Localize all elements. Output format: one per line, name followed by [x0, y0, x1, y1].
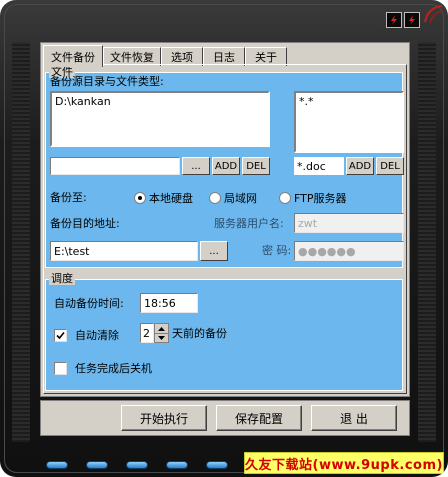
- auto-clean-checkbox[interactable]: 自动清除: [54, 327, 119, 343]
- indicator-light: [206, 461, 228, 469]
- shutdown-checkbox[interactable]: 任务完成后关机: [54, 360, 152, 376]
- indicator-light: [86, 461, 108, 469]
- auto-time-label: 自动备份时间:: [54, 297, 124, 310]
- source-path-input[interactable]: [50, 157, 180, 175]
- filetype-list[interactable]: *.*: [294, 91, 404, 153]
- lightning-minimize-icon: [391, 15, 397, 25]
- browse-dest-button[interactable]: ...: [200, 241, 228, 261]
- check-icon: [56, 331, 65, 339]
- days-suffix-label: 天前的备份: [172, 327, 227, 340]
- radio-dot[interactable]: [209, 192, 221, 204]
- server-user-input[interactable]: [294, 213, 404, 233]
- left-frame-stripe: [12, 42, 30, 442]
- password-input[interactable]: [294, 241, 404, 261]
- source-list[interactable]: D:\kankan: [50, 91, 270, 147]
- password-label: 密 码:: [262, 244, 292, 257]
- server-user-label: 服务器用户名:: [214, 217, 284, 230]
- indicator-light: [46, 461, 68, 469]
- schedule-group-title: 调度: [49, 272, 75, 285]
- del-filetype-button[interactable]: DEL: [376, 157, 404, 175]
- watermark-banner: 久友下载站(www.9upk.com): [244, 452, 444, 474]
- shutdown-label: 任务完成后关机: [75, 362, 152, 375]
- auto-clean-label: 自动清除: [75, 329, 119, 342]
- filetype-input[interactable]: [294, 157, 344, 175]
- radio-ftp[interactable]: FTP服务器: [279, 190, 347, 206]
- radio-dot[interactable]: [279, 192, 291, 204]
- days-stepper[interactable]: [154, 323, 169, 343]
- radio-lan-label: 局域网: [224, 192, 257, 205]
- radio-lan[interactable]: 局域网: [209, 190, 257, 206]
- schedule-group: 调度 自动备份时间: 自动清除: [45, 272, 403, 391]
- corner-ornament-icon: [424, 5, 444, 24]
- list-item[interactable]: *.*: [299, 95, 399, 108]
- indicator-light: [126, 461, 148, 469]
- radio-local-disk-label: 本地硬盘: [149, 192, 193, 205]
- source-label: 备份源目录与文件类型:: [50, 75, 164, 88]
- exit-button[interactable]: 退 出: [311, 405, 397, 431]
- right-frame-stripe: [418, 42, 436, 442]
- tab-content: 文件 备份源目录与文件类型: D:\kankan *.* ... ADD DEL…: [43, 64, 407, 394]
- app-window: 文件备份 文件恢复 选项 日志 关于 文件 备份源目录与文件类型: D:\kan…: [0, 0, 448, 477]
- radio-local-disk[interactable]: 本地硬盘: [134, 190, 193, 206]
- main-panel: 文件备份 文件恢复 选项 日志 关于 文件 备份源目录与文件类型: D:\kan…: [40, 42, 410, 397]
- auto-time-input[interactable]: [140, 293, 198, 313]
- del-source-button[interactable]: DEL: [242, 157, 270, 175]
- lightning-close-icon: [409, 15, 415, 25]
- indicator-light: [166, 461, 188, 469]
- file-group: 文件 备份源目录与文件类型: D:\kankan *.* ... ADD DEL…: [45, 65, 404, 268]
- days-input[interactable]: [140, 323, 154, 343]
- radio-dot[interactable]: [134, 192, 146, 204]
- add-source-button[interactable]: ADD: [212, 157, 240, 175]
- backup-to-label: 备份至:: [50, 191, 87, 204]
- checkbox-box[interactable]: [54, 361, 67, 375]
- dest-input[interactable]: [50, 241, 198, 261]
- browse-source-button[interactable]: ...: [182, 157, 210, 175]
- tab-file-backup[interactable]: 文件备份: [43, 45, 103, 67]
- action-bar: 开始执行 保存配置 退 出: [40, 400, 410, 436]
- list-item[interactable]: D:\kankan: [55, 95, 265, 108]
- minimize-button[interactable]: [386, 12, 402, 28]
- arrow-down-icon[interactable]: [155, 333, 168, 342]
- add-filetype-button[interactable]: ADD: [346, 157, 374, 175]
- save-config-button[interactable]: 保存配置: [216, 405, 302, 431]
- start-button[interactable]: 开始执行: [121, 405, 207, 431]
- radio-ftp-label: FTP服务器: [294, 192, 347, 205]
- checkbox-box[interactable]: [54, 328, 67, 342]
- close-button[interactable]: [404, 12, 420, 28]
- dest-label: 备份目的地址:: [50, 217, 120, 230]
- arrow-up-icon[interactable]: [155, 324, 168, 333]
